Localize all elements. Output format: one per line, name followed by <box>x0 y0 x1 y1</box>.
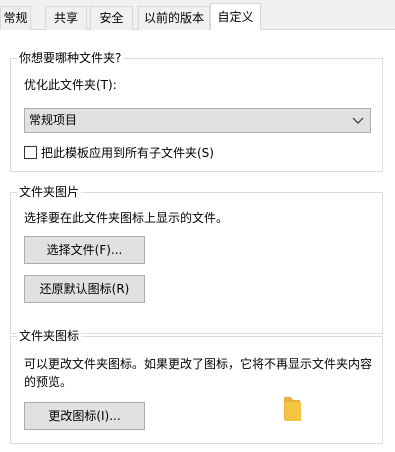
tab-previous-versions[interactable]: 以前的版本 <box>138 6 210 30</box>
folder-icon-group: 文件夹图标 可以更改文件夹图标。如果更改了图标，它将不再显示文件夹内容 的预览。… <box>10 328 383 444</box>
chevron-down-icon <box>352 117 364 124</box>
folder-icon <box>284 397 301 421</box>
tab-customize[interactable]: 自定义 <box>210 3 261 31</box>
optimize-select-value: 常规项目 <box>29 113 78 127</box>
restore-default-button[interactable]: 还原默认图标(R) <box>24 275 145 303</box>
folder-icon-group-title: 文件夹图标 <box>17 328 82 344</box>
folder-type-group: 你想要哪种文件夹? 优化此文件夹(T): 常规项目 把此模板应用到所有子文件夹(… <box>10 50 383 172</box>
optimize-select[interactable]: 常规项目 <box>24 108 371 133</box>
folder-icon-description-line2: 的预览。 <box>24 375 73 389</box>
folder-picture-group: 文件夹图片 选择要在此文件夹图标上显示的文件。 选择文件(F)... 还原默认图… <box>10 184 383 334</box>
tab-bar: 常规 共享 安全 以前的版本 自定义 <box>0 0 395 31</box>
folder-picture-description: 选择要在此文件夹图标上显示的文件。 <box>24 211 229 225</box>
optimize-label: 优化此文件夹(T): <box>24 78 117 92</box>
customize-panel: 你想要哪种文件夹? 优化此文件夹(T): 常规项目 把此模板应用到所有子文件夹(… <box>0 30 395 452</box>
folder-icon-description-line1: 可以更改文件夹图标。如果更改了图标，它将不再显示文件夹内容 <box>24 357 373 371</box>
tab-sharing[interactable]: 共享 <box>45 6 87 30</box>
change-icon-button[interactable]: 更改图标(I)... <box>24 402 145 430</box>
tab-general[interactable]: 常规 <box>0 6 31 30</box>
tab-security[interactable]: 安全 <box>90 6 133 30</box>
apply-to-subfolders-label: 把此模板应用到所有子文件夹(S) <box>41 146 214 160</box>
apply-to-subfolders-checkbox[interactable] <box>24 146 37 159</box>
choose-file-button[interactable]: 选择文件(F)... <box>24 236 145 264</box>
folder-picture-group-title: 文件夹图片 <box>17 184 82 200</box>
folder-type-group-title: 你想要哪种文件夹? <box>17 50 124 66</box>
